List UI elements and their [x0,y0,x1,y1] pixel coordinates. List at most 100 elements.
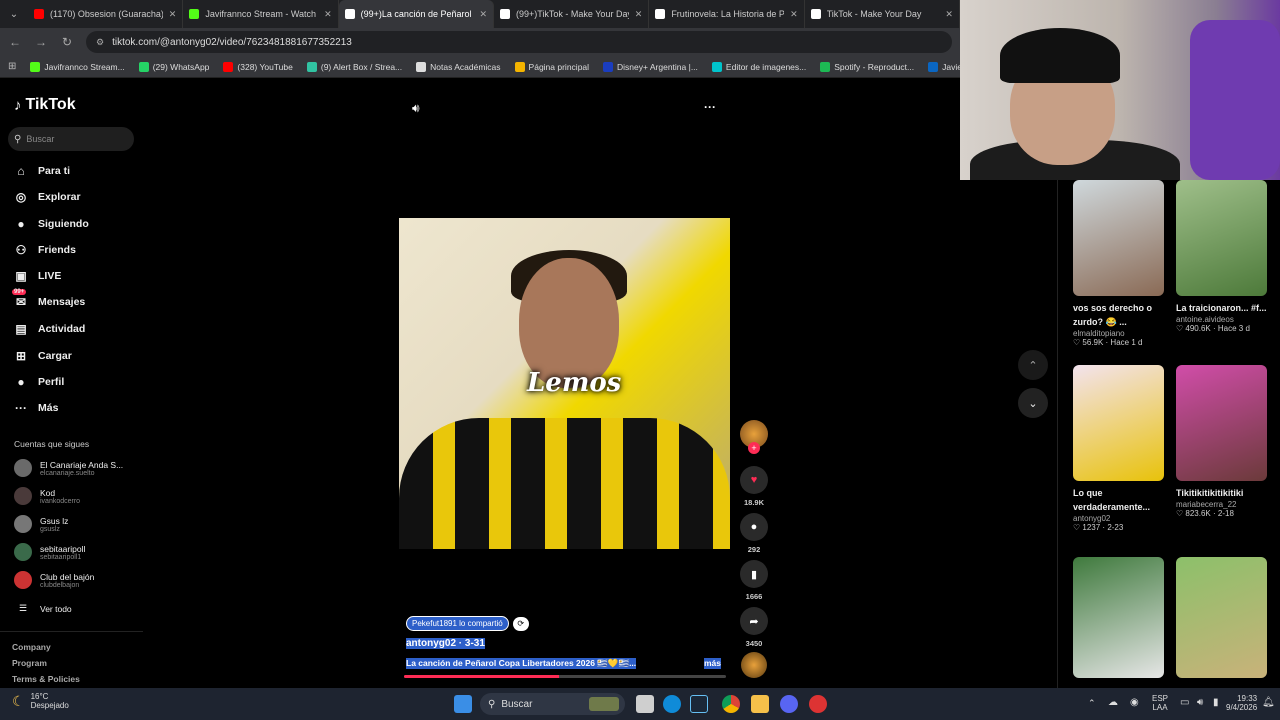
url-field[interactable]: ⚙ tiktok.com/@antonyg02/video/7623481881… [86,31,952,53]
tab-search-chevron-icon[interactable]: ⌄ [0,9,28,20]
bookmark-item[interactable]: Editor de imagenes... [711,61,806,72]
repost-icon[interactable]: ⟳ [512,616,529,631]
bookmark-item[interactable]: (29) WhatsApp [138,61,209,72]
reload-icon[interactable]: ↻ [60,35,74,49]
search-input[interactable]: ⚲ Buscar [8,127,134,151]
close-icon[interactable]: ✕ [945,9,953,20]
following-account[interactable]: Club del bajón clubdelbajon [14,571,94,589]
browser-tab[interactable]: (1170) Obsesion (Guaracha) - Y ✕ [28,0,184,28]
edge-icon[interactable] [663,695,681,713]
following-account[interactable]: Kod ivankodcerro [14,487,80,505]
video-card[interactable] [1176,557,1268,678]
sidebar-item[interactable]: ⊞ Cargar [14,349,72,363]
weather-widget[interactable]: ☾ 16°C Despejado [12,692,69,710]
card-author[interactable]: mariabecerra_22 [1176,500,1268,509]
bookmark-item[interactable]: (328) YouTube [223,61,293,72]
close-icon[interactable]: ✕ [635,9,643,20]
clock[interactable]: 19:33 9/4/2026 [1226,694,1257,712]
bookmark-item[interactable]: Javier Franco | Link [928,61,960,72]
video-thumbnail[interactable] [1073,180,1164,296]
speaker-icon[interactable]: 🔊︎ [1197,697,1203,708]
sidebar-item[interactable]: ⚇ Friends [14,243,76,257]
volume-icon[interactable]: 🔊︎ [412,101,420,116]
cloud-icon[interactable]: ☁ [1108,697,1118,708]
video-card[interactable]: Tikitikitikitikitiki mariabecerra_22 ♡ 823… [1176,365,1268,518]
bookmark-item[interactable]: Disney+ Argentina |... [603,61,698,72]
bookmark-item[interactable]: Notas Académicas [416,61,501,72]
scroll-up-button[interactable]: ⌃ [1018,350,1048,380]
video-card[interactable]: Lo que verdaderamente... antonyg02 ♡ 1237 … [1073,365,1165,532]
video-thumbnail[interactable] [1073,365,1164,481]
video-progress-bar[interactable] [404,675,726,678]
sidebar-item[interactable]: ◎ Explorar [14,190,81,204]
bookmark-item[interactable]: Javifrannco Stream... [30,61,125,72]
sidebar-item[interactable]: ⌂ Para ti [14,164,70,178]
close-icon[interactable]: ✕ [169,9,177,20]
sidebar-item[interactable]: ✉ Mensajes 99+ [12,289,85,309]
footer-link[interactable]: Program [12,658,47,668]
more-link[interactable]: más [703,658,721,669]
browser-tab[interactable]: (99+)La canción de Peñarol ✕ [338,0,494,28]
tray-app-icon[interactable]: ◉ [1130,697,1139,708]
browser-tab[interactable]: (99+)TikTok - Make Your Day ✕ [494,0,650,28]
bookmark-item[interactable]: Página principal [514,61,589,72]
video-thumbnail[interactable] [1176,180,1267,296]
comment-icon[interactable]: ● [740,513,768,541]
following-account[interactable]: sebitaaripoll sebitaaripoll1 [14,543,85,561]
video-thumbnail[interactable] [1176,557,1267,678]
apps-icon[interactable]: ⊞ [8,61,16,72]
discord-icon[interactable] [780,695,798,713]
sidebar-item[interactable]: ▣ LIVE [14,269,61,283]
footer-link[interactable]: Company [12,642,51,652]
shared-badge[interactable]: Pekefut1891 lo compartió [406,616,509,631]
chrome-icon[interactable] [722,695,740,713]
footer-link[interactable]: Terms & Policies [12,674,80,684]
card-author[interactable]: antonyg02 [1073,514,1165,523]
sidebar-item[interactable]: ● Siguiendo [14,217,88,231]
forward-icon[interactable]: → [34,35,48,49]
follow-plus-icon[interactable]: + [748,442,760,454]
action-heart[interactable]: ♥ 18.9K [738,466,770,507]
notification-icon[interactable]: 🔔︎ [1262,697,1275,708]
author-line[interactable]: antonyg02 · 3-31 [406,638,485,649]
browser-tab[interactable]: TikTok - Make Your Day ✕ [805,0,960,28]
bookmark-item[interactable]: Spotify - Reproduct... [820,61,914,72]
more-options-icon[interactable]: ··· [704,100,716,114]
music-disc[interactable] [738,652,770,678]
heart-icon[interactable]: ♥ [740,466,768,494]
following-account[interactable]: El Canariaje Anda S... elcanariaje.suelto [14,459,123,477]
video-player[interactable]: Lemos [399,218,730,549]
tiktok-logo[interactable]: ♪ TikTok [14,96,76,114]
browser-tab[interactable]: Javifrannco Stream - Watch Live ✕ [183,0,339,28]
close-icon[interactable]: ✕ [479,9,487,20]
card-author[interactable]: antoine.aivideos [1176,315,1268,324]
sidebar-item[interactable]: ● Perfil [14,375,64,389]
network-icon[interactable]: ▭ [1180,697,1189,708]
following-account[interactable]: Gsus lz gsuslz [14,515,68,533]
sidebar-item[interactable]: ··· Más [14,401,58,415]
action-comment[interactable]: ● 292 [738,513,770,554]
task-view-icon[interactable] [636,695,654,713]
language-indicator[interactable]: ESP LAA [1152,694,1168,712]
share-icon[interactable]: ➦ [740,607,768,635]
file-explorer-icon[interactable] [751,695,769,713]
action-share[interactable]: ➦ 3450 [738,607,770,648]
close-icon[interactable]: ✕ [324,9,332,20]
back-icon[interactable]: ← [8,35,22,49]
video-card[interactable]: vos sos derecho o zurdo? 😂 ... elmalditop… [1073,180,1165,347]
video-card[interactable]: La traicionaron... #f... antoine.aivideos… [1176,180,1268,333]
start-icon[interactable] [454,695,472,713]
battery-icon[interactable]: ▮ [1213,697,1219,708]
tray-chevron-icon[interactable]: ⌃ [1088,698,1096,709]
video-card[interactable] [1073,557,1165,678]
close-icon[interactable]: ✕ [790,9,798,20]
app-icon[interactable] [809,695,827,713]
see-all-link[interactable]: ☰ Ver todo [14,603,72,614]
card-author[interactable]: elmalditopiano [1073,329,1165,338]
site-info-icon[interactable]: ⚙ [96,37,104,48]
steam-icon[interactable] [690,695,708,713]
author-avatar[interactable]: + [738,420,770,454]
video-thumbnail[interactable] [1073,557,1164,678]
bookmark-item[interactable]: (9) Alert Box / Strea... [306,61,402,72]
scroll-down-button[interactable]: ⌄ [1018,388,1048,418]
